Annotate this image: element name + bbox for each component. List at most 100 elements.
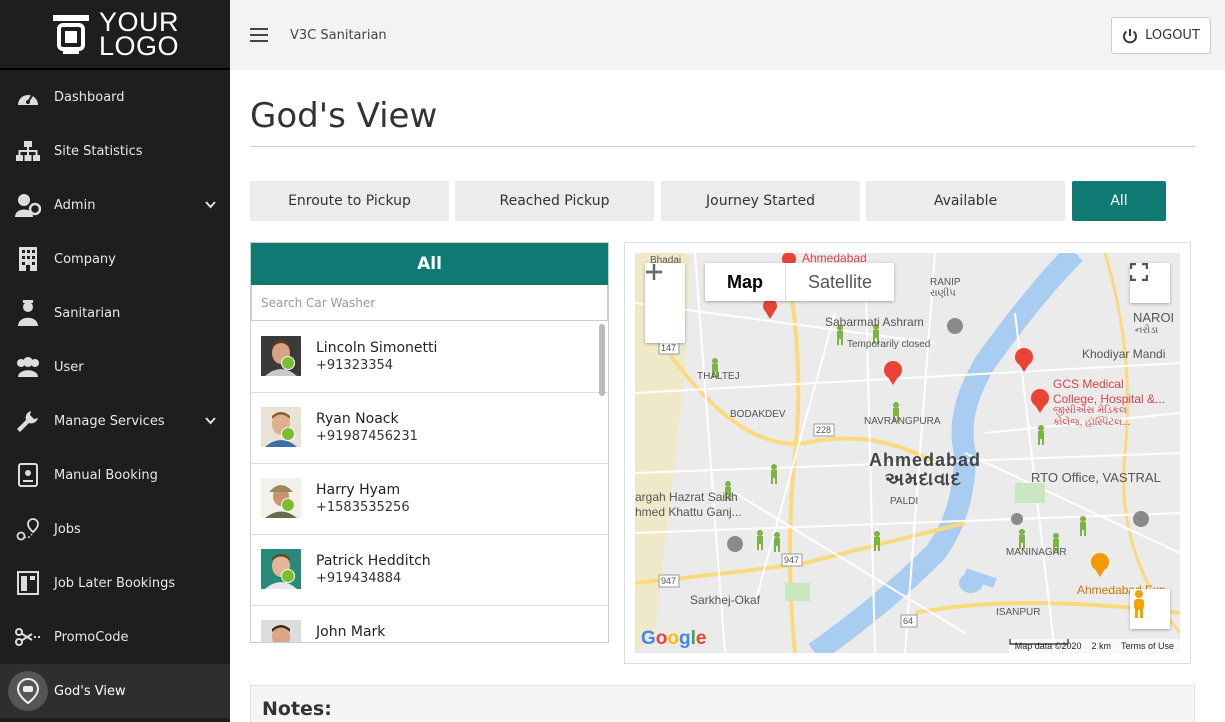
person-name: Harry Hyam [316, 482, 401, 498]
sidebar-item-jobs[interactable]: Jobs [0, 502, 230, 556]
people-list: Lincoln Simonetti +91323354 Ryan Noack +… [251, 322, 608, 642]
sidebar: YOUR LOGO Dashboard Site Statistics Admi… [0, 0, 230, 722]
list-header: All [251, 243, 608, 285]
map-label: BODAKDEV [730, 409, 786, 420]
sidebar-item-dashboard[interactable]: Dashboard [0, 70, 230, 124]
power-icon [1123, 28, 1138, 43]
map-frame: Bhadaj Ahmedabad RANIP રાણીપ NAROI નરોડા… [624, 242, 1191, 664]
online-status-badge [281, 356, 295, 370]
logo-line2: LOGO [98, 31, 180, 61]
sidebar-item-label: Jobs [54, 521, 81, 537]
city-label: Ahmedabad [869, 450, 982, 470]
washer-list-panel: All Lincoln Simonetti +91323354 Ryan Noa… [250, 242, 609, 643]
map-label: Temporarily closed [847, 339, 931, 350]
road-shield-label: 228 [816, 425, 832, 435]
map-label: ISANPUR [996, 607, 1041, 618]
sidebar-item-label: Admin [54, 197, 96, 213]
road-shield-label: 64 [903, 616, 914, 626]
sidebar-item-promocode[interactable]: PromoCode [0, 610, 230, 664]
list-item[interactable]: Lincoln Simonetti +91323354 [251, 322, 608, 393]
gods-view-icon [8, 671, 48, 711]
person-phone: +91323354 [316, 358, 394, 373]
map-label: NAVRANGPURA [864, 416, 941, 427]
map-label: College, Hospital &... [1053, 392, 1166, 406]
sitemap-icon [14, 137, 42, 165]
map-label: MANINAGAR [1006, 547, 1067, 558]
filter-available[interactable]: Available [866, 181, 1065, 221]
hamburger-menu-icon[interactable] [250, 28, 268, 42]
sidebar-item-manage-services[interactable]: Manage Services [0, 394, 230, 448]
fullscreen-button[interactable] [1130, 263, 1170, 303]
filter-all[interactable]: All [1072, 181, 1166, 221]
building-icon [14, 245, 42, 273]
person-phone: +919434884 [316, 571, 402, 586]
sidebar-item-label: Sanitarian [54, 305, 121, 321]
filter-enroute-to-pickup[interactable]: Enroute to Pickup [250, 181, 449, 221]
notes-panel: Notes: [250, 685, 1195, 722]
minus-icon [646, 270, 662, 274]
list-item[interactable]: Harry Hyam +1583535256 [251, 464, 608, 535]
avatar [261, 336, 301, 376]
scissors-icon [14, 623, 42, 651]
map-label: રાણીપ [930, 288, 956, 299]
sidebar-item-label: Company [54, 251, 116, 267]
filter-reached-pickup[interactable]: Reached Pickup [455, 181, 654, 221]
map-label: કોલેજ, હૉસ્પિટલ... [1053, 417, 1131, 428]
map-footer: Map data ©2020 2 km Terms of Use [1008, 639, 1180, 653]
map-label: જીસીએસ મેડિકલ [1053, 405, 1127, 416]
person-phone: +91987456231 [316, 429, 418, 444]
dashboard-icon [14, 83, 42, 111]
location-icon [14, 515, 42, 543]
list-scrollbar[interactable] [599, 324, 605, 396]
road-shield-label: 947 [784, 555, 800, 565]
map-label: RANIP [930, 277, 961, 288]
list-item[interactable]: Patrick Hedditch +919434884 [251, 535, 608, 606]
online-status-badge [281, 498, 295, 512]
map[interactable]: Bhadaj Ahmedabad RANIP રાણીપ NAROI નરોડા… [635, 253, 1180, 653]
sidebar-item-site-statistics[interactable]: Site Statistics [0, 124, 230, 178]
sidebar-item-label: Site Statistics [54, 143, 143, 159]
person-name: Ryan Noack [316, 411, 399, 427]
page-title: God's View [250, 96, 438, 136]
avatar [261, 407, 301, 447]
sidebar-item-label: Manual Booking [54, 467, 158, 483]
map-label: GCS Medical [1053, 377, 1124, 391]
map-label: RTO Office, VASTRAL [1031, 470, 1161, 485]
city-label-gujarati: અમદાવાદ [885, 469, 962, 489]
sidebar-item-user[interactable]: User [0, 340, 230, 394]
sidebar-item-gods-view[interactable]: God's View [0, 664, 230, 718]
sidebar-item-label: God's View [54, 683, 126, 699]
logout-label: LOGOUT [1145, 28, 1200, 43]
street-view-pegman-button[interactable] [1130, 589, 1170, 629]
sidebar-item-label: Dashboard [54, 89, 125, 105]
logout-button[interactable]: LOGOUT [1111, 17, 1211, 54]
admin-icon [14, 191, 42, 219]
list-item[interactable]: Ryan Noack +91987456231 [251, 393, 608, 464]
zoom-out-button[interactable] [645, 270, 685, 343]
filter-journey-started[interactable]: Journey Started [661, 181, 860, 221]
sidebar-item-job-later-bookings[interactable]: Job Later Bookings [0, 556, 230, 610]
map-label: THALTEJ [697, 371, 740, 382]
list-item[interactable]: John Mark [251, 606, 608, 642]
sidebar-item-manual-booking[interactable]: Manual Booking [0, 448, 230, 502]
map-label: hmed Khattu Ganj... [635, 505, 742, 519]
avatar [261, 620, 301, 642]
search-car-washer-input[interactable] [251, 285, 608, 321]
terms-of-use-link[interactable]: Terms of Use [1121, 641, 1174, 651]
google-logo[interactable]: Google [641, 628, 706, 650]
sidebar-item-sanitarian[interactable]: Sanitarian [0, 286, 230, 340]
sidebar-nav: Dashboard Site Statistics Admin Company … [0, 70, 230, 718]
map-label: argah Hazrat Saikh [635, 490, 738, 504]
booking-icon [14, 461, 42, 489]
users-icon [14, 353, 42, 381]
sanitarian-icon [14, 299, 42, 327]
avatar [261, 549, 301, 589]
online-status-badge [281, 427, 295, 441]
logo[interactable]: YOUR LOGO [0, 0, 230, 70]
sidebar-item-company[interactable]: Company [0, 232, 230, 286]
map-type-map-button[interactable]: Map [705, 263, 785, 301]
chevron-down-icon [205, 198, 216, 213]
sidebar-item-admin[interactable]: Admin [0, 178, 230, 232]
map-type-satellite-button[interactable]: Satellite [785, 263, 894, 301]
person-name: John Mark [316, 624, 386, 640]
